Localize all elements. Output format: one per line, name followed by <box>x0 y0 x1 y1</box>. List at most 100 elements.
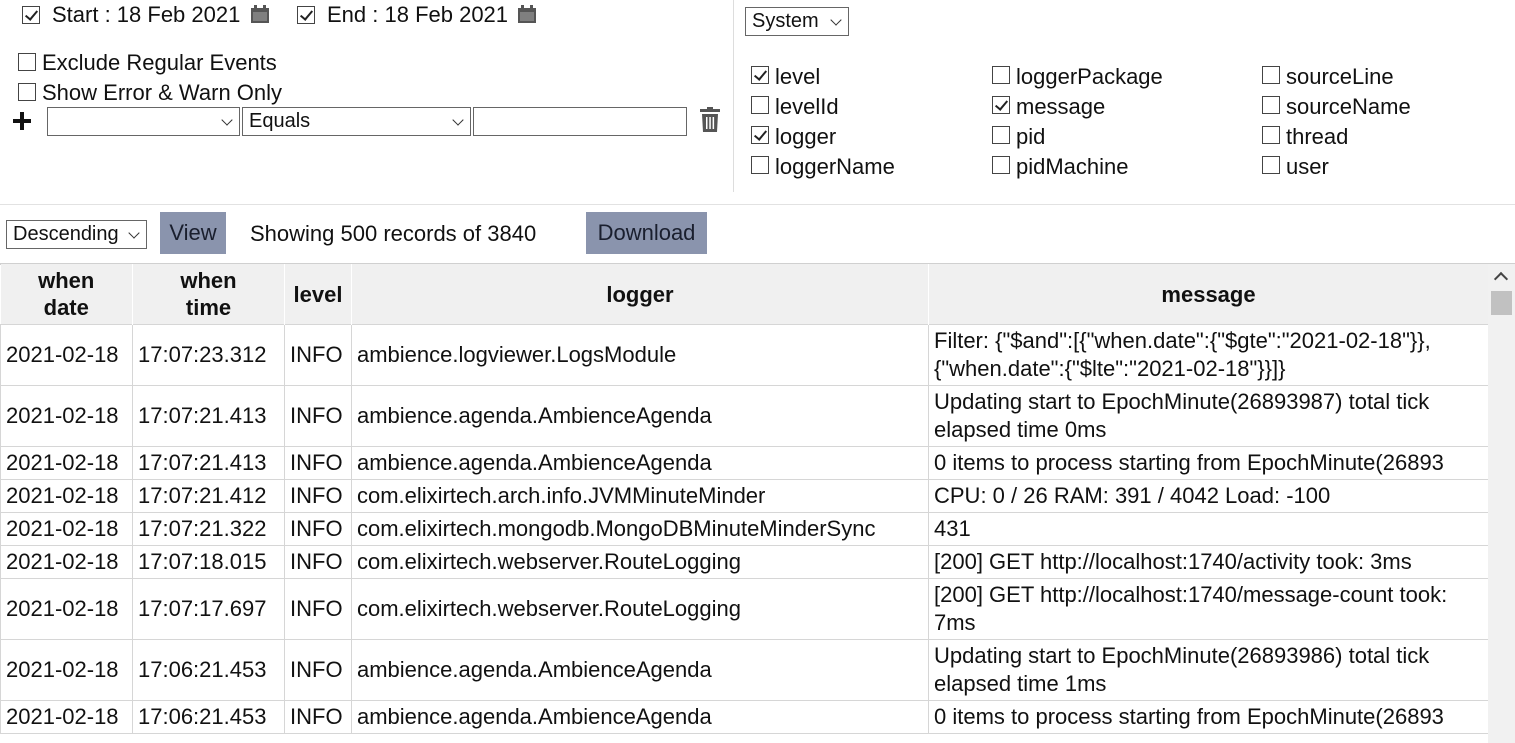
column-checkbox-pid[interactable] <box>992 126 1010 144</box>
table-row[interactable]: 2021-02-18 17:07:21.413 INFO ambience.ag… <box>0 385 1489 447</box>
column-checkbox-level[interactable] <box>751 66 769 84</box>
trash-icon[interactable] <box>699 107 721 133</box>
download-button[interactable]: Download <box>586 212 707 254</box>
cell-logger: com.elixirtech.webserver.RouteLogging <box>351 578 929 640</box>
cell-level: INFO <box>284 385 352 447</box>
table-row[interactable]: 2021-02-18 17:06:21.453 INFO ambience.ag… <box>0 639 1489 701</box>
cell-time: 17:07:21.412 <box>132 479 285 513</box>
filter-value-input[interactable] <box>473 107 687 136</box>
calendar-icon[interactable] <box>250 4 270 24</box>
cell-level: INFO <box>284 639 352 701</box>
section-divider <box>0 204 1515 205</box>
cell-logger: ambience.agenda.AmbienceAgenda <box>351 639 929 701</box>
column-header-when-date[interactable]: when date <box>0 264 133 325</box>
column-label-pid: pid <box>1016 124 1046 149</box>
cell-time: 17:07:21.322 <box>132 512 285 546</box>
column-checkbox-user[interactable] <box>1262 156 1280 174</box>
cell-level: INFO <box>284 545 352 579</box>
table-row[interactable]: 2021-02-18 17:07:17.697 INFO com.elixirt… <box>0 578 1489 640</box>
column-checkbox-levelid[interactable] <box>751 96 769 114</box>
cell-message: CPU: 0 / 26 RAM: 391 / 4042 Load: -100 <box>928 479 1489 513</box>
cell-time: 17:07:21.413 <box>132 446 285 480</box>
cell-time: 17:07:21.413 <box>132 385 285 447</box>
cell-logger: ambience.agenda.AmbienceAgenda <box>351 385 929 447</box>
sort-order-select[interactable]: Descending <box>6 220 147 249</box>
error-warn-label: Show Error & Warn Only <box>42 80 283 105</box>
table-row[interactable]: 2021-02-18 17:06:21.453 INFO ambience.ag… <box>0 700 1489 734</box>
table-row[interactable]: 2021-02-18 17:07:18.015 INFO com.elixirt… <box>0 545 1489 579</box>
cell-time: 17:06:21.453 <box>132 639 285 701</box>
cell-logger: ambience.logviewer.LogsModule <box>351 324 929 386</box>
cell-time: 17:07:17.697 <box>132 578 285 640</box>
table-row[interactable]: 2021-02-18 17:07:21.413 INFO ambience.ag… <box>0 446 1489 480</box>
column-label-thread: thread <box>1286 124 1349 149</box>
column-label-message: message <box>1016 94 1106 119</box>
cell-level: INFO <box>284 446 352 480</box>
column-label-levelid: levelId <box>775 94 839 119</box>
column-checkbox-sourceline[interactable] <box>1262 66 1280 84</box>
cell-message: [200] GET http://localhost:1740/message-… <box>928 578 1489 640</box>
error-warn-checkbox[interactable] <box>18 83 36 101</box>
cell-date: 2021-02-18 <box>0 512 133 546</box>
cell-logger: com.elixirtech.webserver.RouteLogging <box>351 545 929 579</box>
end-date-checkbox[interactable] <box>297 6 315 24</box>
column-label-sourcename: sourceName <box>1286 94 1411 119</box>
column-header-message[interactable]: message <box>928 264 1489 325</box>
exclude-regular-checkbox[interactable] <box>18 53 36 71</box>
calendar-icon[interactable] <box>517 4 537 24</box>
cell-date: 2021-02-18 <box>0 385 133 447</box>
cell-date: 2021-02-18 <box>0 479 133 513</box>
column-label-pidmachine: pidMachine <box>1016 154 1129 179</box>
table-row[interactable]: 2021-02-18 17:07:21.412 INFO com.elixirt… <box>0 479 1489 513</box>
cell-level: INFO <box>284 578 352 640</box>
log-table: when date when time level logger message 2… <box>0 264 1489 734</box>
column-header-logger[interactable]: logger <box>351 264 929 325</box>
cell-time: 17:07:23.312 <box>132 324 285 386</box>
cell-logger: ambience.agenda.AmbienceAgenda <box>351 446 929 480</box>
cell-message: 431 <box>928 512 1489 546</box>
cell-message: 0 items to process starting from EpochMi… <box>928 446 1489 480</box>
column-label-level: level <box>775 64 821 89</box>
table-row[interactable]: 2021-02-18 17:07:21.322 INFO com.elixirt… <box>0 512 1489 546</box>
column-header-when-time[interactable]: when time <box>132 264 285 325</box>
cell-message: Updating start to EpochMinute(26893986) … <box>928 639 1489 701</box>
cell-date: 2021-02-18 <box>0 545 133 579</box>
cell-level: INFO <box>284 700 352 734</box>
column-checkbox-sourcename[interactable] <box>1262 96 1280 114</box>
cell-date: 2021-02-18 <box>0 578 133 640</box>
cell-time: 17:06:21.453 <box>132 700 285 734</box>
table-row[interactable]: 2021-02-18 17:07:23.312 INFO ambience.lo… <box>0 324 1489 386</box>
plus-icon[interactable] <box>11 110 33 132</box>
cell-level: INFO <box>284 479 352 513</box>
column-label-logger: logger <box>775 124 837 149</box>
column-checkbox-loggerpackage[interactable] <box>992 66 1010 84</box>
column-label-user: user <box>1286 154 1329 179</box>
cell-date: 2021-02-18 <box>0 639 133 701</box>
table-scrollbar[interactable] <box>1488 264 1515 743</box>
end-date-label: End : 18 Feb 2021 <box>327 2 509 27</box>
scrollbar-thumb[interactable] <box>1491 291 1512 315</box>
view-button[interactable]: View <box>160 212 226 254</box>
source-select[interactable]: System <box>745 7 849 36</box>
start-date-label: Start : 18 Feb 2021 <box>52 2 241 27</box>
column-header-level[interactable]: level <box>284 264 352 325</box>
column-label-sourceline: sourceLine <box>1286 64 1394 89</box>
record-count-status: Showing 500 records of 3840 <box>250 221 537 246</box>
column-checkbox-logger[interactable] <box>751 126 769 144</box>
column-checkbox-loggername[interactable] <box>751 156 769 174</box>
column-checkbox-message[interactable] <box>992 96 1010 114</box>
cell-logger: com.elixirtech.arch.info.JVMMinuteMinder <box>351 479 929 513</box>
cell-date: 2021-02-18 <box>0 700 133 734</box>
cell-logger: com.elixirtech.mongodb.MongoDBMinuteMind… <box>351 512 929 546</box>
filter-operator-select[interactable]: Equals <box>242 107 471 136</box>
cell-message: Updating start to EpochMinute(26893987) … <box>928 385 1489 447</box>
column-checkbox-thread[interactable] <box>1262 126 1280 144</box>
cell-logger: ambience.agenda.AmbienceAgenda <box>351 700 929 734</box>
cell-message: Filter: {"$and":[{"when.date":{"$gte":"2… <box>928 324 1489 386</box>
column-checkbox-pidmachine[interactable] <box>992 156 1010 174</box>
column-label-loggerpackage: loggerPackage <box>1016 64 1163 89</box>
cell-date: 2021-02-18 <box>0 446 133 480</box>
filter-field-select[interactable] <box>47 107 240 136</box>
start-date-checkbox[interactable] <box>22 6 40 24</box>
cell-level: INFO <box>284 324 352 386</box>
